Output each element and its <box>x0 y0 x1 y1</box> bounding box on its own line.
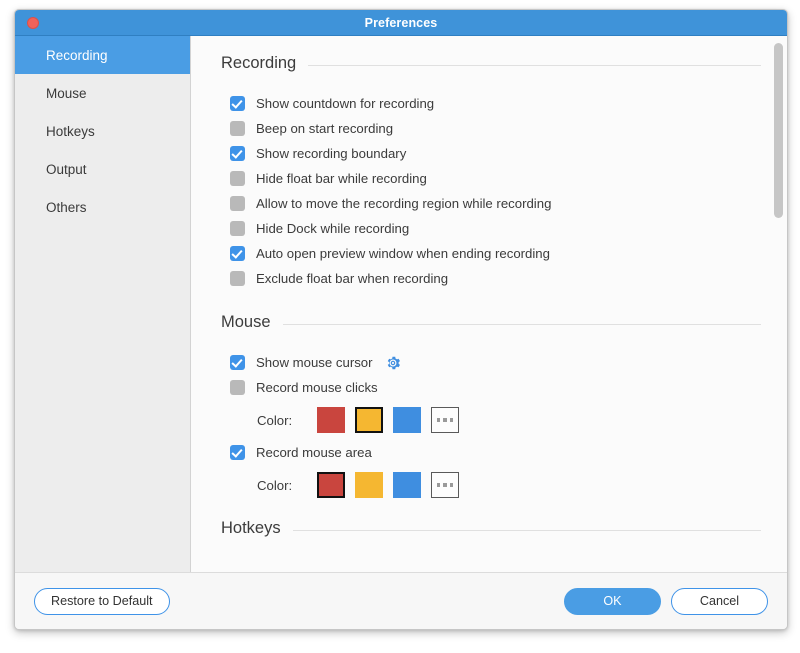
title-bar: Preferences <box>15 10 787 36</box>
option-hide-float-bar[interactable]: Hide float bar while recording <box>221 166 761 191</box>
spacer <box>221 505 761 519</box>
color-label: Color: <box>257 413 317 428</box>
sidebar-item-output[interactable]: Output <box>15 150 190 188</box>
color-picker-record-clicks: Color: <box>221 400 761 440</box>
checkbox-unchecked-icon[interactable] <box>230 271 245 286</box>
option-label: Hide Dock while recording <box>256 221 409 236</box>
scrollbar[interactable] <box>774 41 783 567</box>
restore-to-default-button[interactable]: Restore to Default <box>34 588 170 615</box>
sidebar-item-label: Others <box>46 200 87 215</box>
color-swatch-red[interactable] <box>317 407 345 433</box>
option-label: Show recording boundary <box>256 146 406 161</box>
section-header-recording: Recording <box>221 54 761 73</box>
checkbox-checked-icon[interactable] <box>230 445 245 460</box>
option-record-mouse-area[interactable]: Record mouse area <box>221 440 761 465</box>
ellipsis-dot <box>443 483 447 487</box>
content-pane: Recording Show countdown for recording B… <box>191 36 787 572</box>
section-divider <box>293 530 761 531</box>
option-hide-dock[interactable]: Hide Dock while recording <box>221 216 761 241</box>
sidebar-item-recording[interactable]: Recording <box>15 36 190 74</box>
option-label: Exclude float bar when recording <box>256 271 448 286</box>
more-colors-button[interactable] <box>431 472 459 498</box>
option-label: Allow to move the recording region while… <box>256 196 551 211</box>
sidebar-item-label: Output <box>46 162 87 177</box>
color-swatch-yellow-selected[interactable] <box>355 407 383 433</box>
option-beep-on-start[interactable]: Beep on start recording <box>221 116 761 141</box>
checkbox-checked-icon[interactable] <box>230 355 245 370</box>
window-body: Recording Mouse Hotkeys Output Others Re… <box>15 36 787 573</box>
sidebar-item-label: Hotkeys <box>46 124 95 139</box>
option-record-mouse-clicks[interactable]: Record mouse clicks <box>221 375 761 400</box>
option-label: Hide float bar while recording <box>256 171 427 186</box>
option-show-recording-boundary[interactable]: Show recording boundary <box>221 141 761 166</box>
color-swatch-yellow[interactable] <box>355 472 383 498</box>
sidebar-item-label: Mouse <box>46 86 87 101</box>
section-title: Hotkeys <box>221 519 281 538</box>
sidebar-item-mouse[interactable]: Mouse <box>15 74 190 112</box>
option-auto-open-preview[interactable]: Auto open preview window when ending rec… <box>221 241 761 266</box>
checkbox-unchecked-icon[interactable] <box>230 221 245 236</box>
ellipsis-dot <box>437 418 441 422</box>
section-divider <box>308 65 761 66</box>
ellipsis-dot <box>443 418 447 422</box>
close-icon[interactable] <box>27 17 39 29</box>
section-title: Mouse <box>221 313 271 332</box>
option-label: Record mouse area <box>256 445 372 460</box>
sidebar-item-hotkeys[interactable]: Hotkeys <box>15 112 190 150</box>
checkbox-unchecked-icon[interactable] <box>230 196 245 211</box>
color-picker-record-area: Color: <box>221 465 761 505</box>
sidebar-item-label: Recording <box>46 48 108 63</box>
color-label: Color: <box>257 478 317 493</box>
option-label: Beep on start recording <box>256 121 393 136</box>
spacer <box>221 291 761 313</box>
option-label: Record mouse clicks <box>256 380 378 395</box>
checkbox-unchecked-icon[interactable] <box>230 380 245 395</box>
option-allow-move-region[interactable]: Allow to move the recording region while… <box>221 191 761 216</box>
gear-icon[interactable] <box>385 355 401 371</box>
sidebar-item-others[interactable]: Others <box>15 188 190 226</box>
settings-scroll-area: Recording Show countdown for recording B… <box>191 36 787 572</box>
window-title: Preferences <box>365 16 438 30</box>
scrollbar-thumb[interactable] <box>774 43 783 218</box>
sidebar: Recording Mouse Hotkeys Output Others <box>15 36 191 572</box>
section-divider <box>283 324 761 325</box>
option-show-countdown[interactable]: Show countdown for recording <box>221 91 761 116</box>
section-header-mouse: Mouse <box>221 313 761 332</box>
more-colors-button[interactable] <box>431 407 459 433</box>
ellipsis-dot <box>450 418 454 422</box>
option-label: Show countdown for recording <box>256 96 434 111</box>
checkbox-checked-icon[interactable] <box>230 96 245 111</box>
option-show-mouse-cursor[interactable]: Show mouse cursor <box>221 350 761 375</box>
option-label: Auto open preview window when ending rec… <box>256 246 550 261</box>
section-title: Recording <box>221 54 296 73</box>
checkbox-unchecked-icon[interactable] <box>230 171 245 186</box>
checkbox-checked-icon[interactable] <box>230 246 245 261</box>
ellipsis-dot <box>437 483 441 487</box>
option-label: Show mouse cursor <box>256 355 373 370</box>
footer-bar: Restore to Default OK Cancel <box>15 573 787 629</box>
color-swatch-blue[interactable] <box>393 472 421 498</box>
checkbox-unchecked-icon[interactable] <box>230 121 245 136</box>
cancel-button[interactable]: Cancel <box>671 588 768 615</box>
checkbox-checked-icon[interactable] <box>230 146 245 161</box>
section-header-hotkeys: Hotkeys <box>221 519 761 538</box>
color-swatch-blue[interactable] <box>393 407 421 433</box>
option-exclude-float-bar[interactable]: Exclude float bar when recording <box>221 266 761 291</box>
ellipsis-dot <box>450 483 454 487</box>
color-swatch-red-selected[interactable] <box>317 472 345 498</box>
ok-button[interactable]: OK <box>564 588 661 615</box>
preferences-window: Preferences Recording Mouse Hotkeys Outp… <box>14 9 788 630</box>
